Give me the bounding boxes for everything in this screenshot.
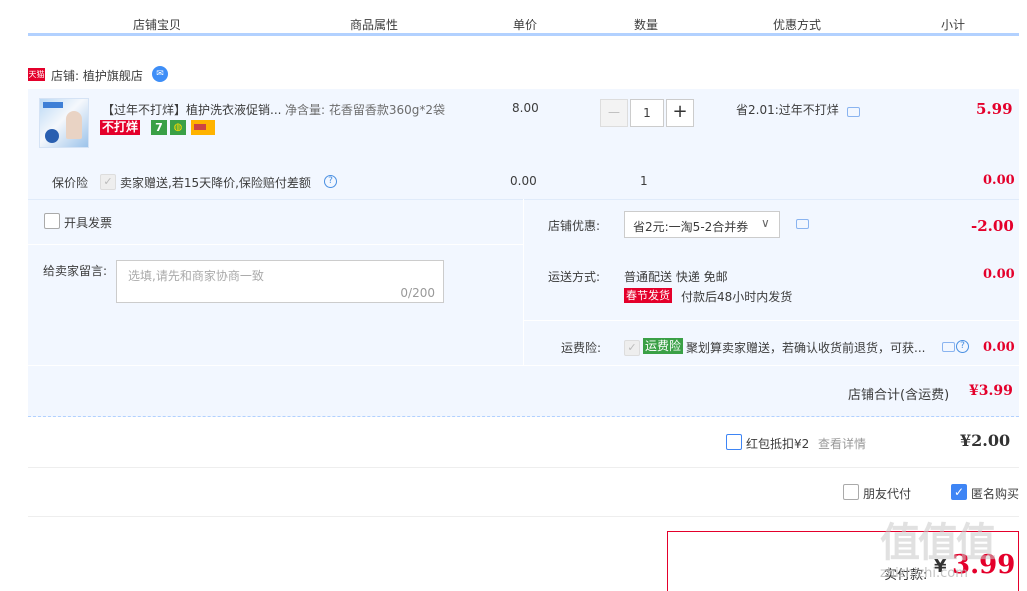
shipping-method: 普通配送 快递 免邮	[624, 270, 728, 284]
shop-name[interactable]: 店铺: 植护旗舰店	[51, 67, 143, 84]
friend-pay-checkbox[interactable]	[843, 484, 859, 500]
message-label: 给卖家留言:	[43, 264, 108, 278]
invoice-checkbox[interactable]	[44, 213, 60, 229]
chat-icon[interactable]: ✉	[152, 66, 168, 82]
spring-festival-tag: 春节发货	[624, 288, 672, 303]
redpacket-label: 红包抵扣¥2	[746, 437, 810, 451]
anonymous-checkbox[interactable]: ✓	[951, 484, 967, 500]
divider	[523, 199, 524, 365]
col-header-discount: 优惠方式	[773, 18, 822, 32]
tag-not-closed: 不打烊	[100, 120, 141, 135]
seven-day-return-icon: 7	[151, 120, 167, 135]
col-header-qty: 数量	[634, 18, 659, 32]
shipping-note: 付款后48小时内发货	[681, 290, 793, 304]
tmall-badge: 天猫	[28, 68, 45, 81]
comment-icon[interactable]	[847, 107, 860, 117]
shop-total-amount: ¥3.99	[969, 383, 1013, 399]
friend-pay-label: 朋友代付	[863, 487, 912, 501]
divider	[523, 320, 1019, 321]
item-subtotal: 5.99	[976, 100, 1013, 118]
product-thumbnail[interactable]	[39, 98, 89, 148]
shop-discount-value: 省2元:一淘5-2合并券	[633, 220, 749, 234]
shipping-amount: 0.00	[983, 267, 1015, 282]
message-placeholder: 选填,请先和商家协商一致	[128, 269, 264, 283]
message-textarea[interactable]: 选填,请先和商家协商一致 0/200	[116, 260, 444, 303]
qty-minus-button[interactable]: —	[600, 99, 628, 127]
header-divider	[28, 33, 1019, 36]
shop-discount-label: 店铺优惠:	[548, 219, 601, 233]
watermark-site: zhizhizhi.com	[880, 566, 968, 581]
help-icon[interactable]: ?	[324, 175, 337, 188]
invoice-label: 开具发票	[64, 216, 113, 230]
comment-icon[interactable]	[942, 342, 955, 352]
watermark-logo: 值值值	[880, 520, 996, 566]
divider	[28, 467, 1019, 468]
chevron-down-icon: ∨	[761, 216, 770, 230]
shop-total-label: 店铺合计(含运费)	[848, 388, 950, 403]
col-header-price: 单价	[513, 18, 538, 32]
divider	[28, 365, 1019, 366]
anonymous-label: 匿名购买	[971, 487, 1020, 501]
shipping-label: 运送方式:	[548, 270, 601, 284]
item-discount: 省2.01:过年不打烊	[736, 103, 839, 117]
item-price: 8.00	[512, 101, 539, 115]
divider	[28, 244, 523, 245]
message-counter: 0/200	[400, 286, 435, 300]
col-header-attr: 商品属性	[350, 18, 399, 32]
redpacket-details-link[interactable]: 查看详情	[818, 435, 866, 452]
divider	[28, 416, 1019, 417]
freight-insurance-amount: 0.00	[983, 340, 1015, 355]
shop-discount-amount: -2.00	[971, 217, 1014, 235]
insurance-checkbox: ✓	[100, 174, 116, 190]
freight-insurance-checkbox: ✓	[624, 340, 640, 356]
shop-discount-select[interactable]: 省2元:一淘5-2合并券 ∨	[624, 211, 780, 238]
freight-insurance-label: 运费险:	[561, 341, 602, 355]
insurance-price: 0.00	[510, 174, 537, 188]
qty-input[interactable]: 1	[630, 99, 664, 127]
credit-card-icon	[191, 120, 215, 135]
freight-insurance-tag: 运费险	[643, 338, 684, 354]
guarantee-icon: ◍	[170, 120, 186, 135]
insurance-subtotal: 0.00	[983, 173, 1015, 188]
insurance-desc: 卖家赠送,若15天降价,保险赔付差额	[120, 176, 311, 190]
product-attr: 净含量: 花香留香款360g*2袋	[285, 103, 446, 117]
help-icon[interactable]: ?	[956, 340, 969, 353]
redpacket-checkbox[interactable]	[726, 434, 742, 450]
freight-insurance-desc: 聚划算卖家赠送，若确认收货前退货，可获...	[686, 341, 926, 355]
col-header-item: 店铺宝贝	[133, 18, 182, 32]
col-header-subtotal: 小计	[941, 18, 966, 32]
product-title[interactable]: 【过年不打烊】植护洗衣液促销...	[102, 101, 281, 118]
divider	[28, 516, 1019, 517]
qty-plus-button[interactable]: +	[666, 99, 694, 127]
redpacket-amount: ¥2.00	[960, 431, 1011, 450]
comment-icon[interactable]	[796, 219, 809, 229]
insurance-label: 保价险	[52, 176, 89, 190]
insurance-qty: 1	[640, 174, 648, 188]
